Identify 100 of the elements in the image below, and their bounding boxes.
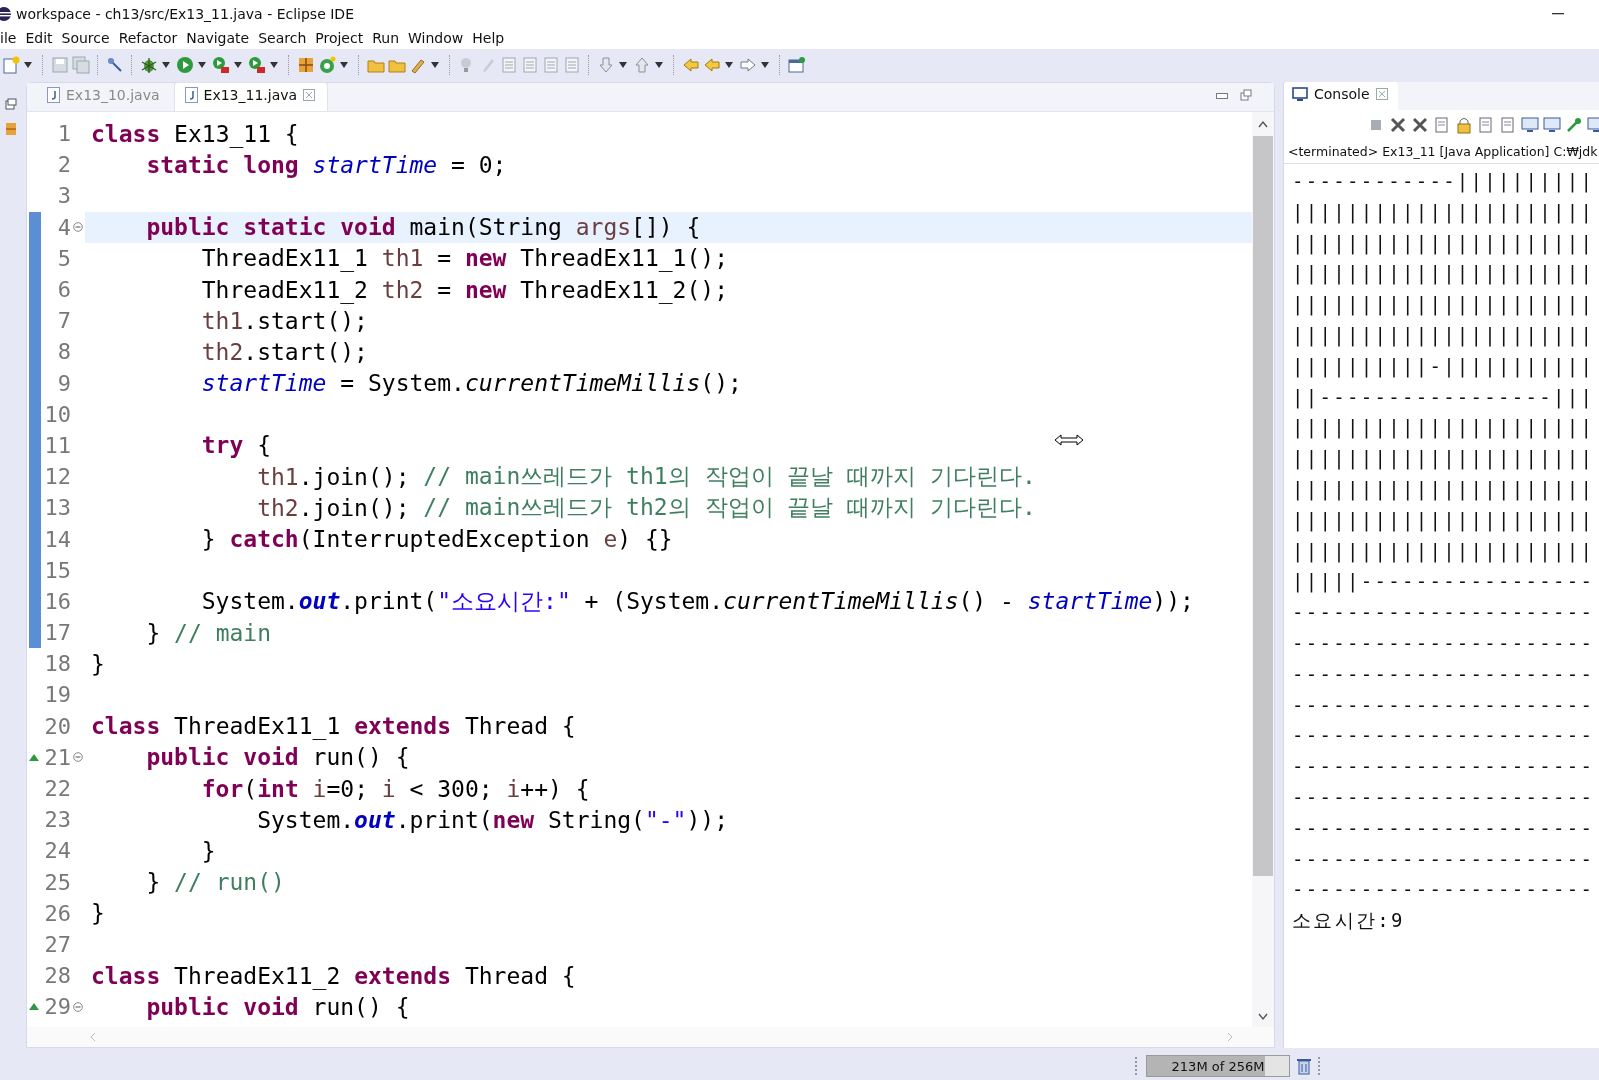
console-output-line: 소요시간:9: [1292, 908, 1406, 934]
console-output-line: ----------------------: [1292, 723, 1596, 749]
menu-item[interactable]: ile: [0, 30, 22, 46]
save-all-icon[interactable]: [72, 55, 90, 74]
close-icon[interactable]: [1375, 88, 1388, 100]
fold-icon[interactable]: [73, 752, 83, 763]
scroll-up-icon[interactable]: [1258, 120, 1268, 128]
fold-icon[interactable]: [73, 1001, 83, 1012]
line-number: 20: [43, 713, 71, 739]
monitor-icon[interactable]: [1543, 116, 1561, 134]
line-number: 14: [43, 526, 71, 552]
editor-tab[interactable]: Ex13_11.java: [173, 82, 329, 111]
caret-icon[interactable]: [198, 61, 206, 68]
pin-icon[interactable]: [106, 55, 124, 74]
scroll-right-icon[interactable]: [1226, 1032, 1234, 1042]
caret-icon[interactable]: [162, 61, 170, 68]
remove-icon[interactable]: [1411, 116, 1429, 134]
code-line: th2.join(); // main쓰레드가 th2의 작업이 끝날 때까지 기다린다.: [256, 493, 1036, 523]
menu-item[interactable]: Edit: [21, 30, 58, 46]
window-title: workspace - ch13/src/Ex13_11.java - Eclipse IDE: [16, 5, 354, 22]
caret-icon[interactable]: [619, 61, 627, 68]
console-output-line: ||||||||||||||||||||||: [1292, 261, 1596, 287]
caret-icon[interactable]: [431, 61, 439, 68]
line-number: 18: [43, 651, 71, 677]
launch-icon[interactable]: [248, 55, 266, 74]
code-line: System.out.print(new String("-"));: [256, 806, 728, 833]
save-icon[interactable]: [51, 55, 69, 74]
caret-icon[interactable]: [340, 61, 348, 68]
maximize-icon[interactable]: [1240, 89, 1252, 101]
caret-icon[interactable]: [24, 61, 32, 68]
back-icon[interactable]: [682, 55, 700, 74]
line-number: 3: [56, 183, 71, 209]
menu-item[interactable]: Navigate: [182, 30, 255, 46]
menu-item[interactable]: Source: [57, 30, 115, 46]
bug-icon[interactable]: [140, 55, 158, 74]
line-number: 29: [43, 994, 71, 1020]
heap-usage-label: 213M of 256M: [1171, 1058, 1265, 1074]
caret-icon[interactable]: [655, 61, 663, 68]
console-header: <terminated> Ex13_11 [Java Application] C:₩jdk: [1284, 142, 1599, 164]
package-icon[interactable]: [297, 55, 315, 74]
trash-icon[interactable]: [1296, 1057, 1312, 1075]
line-number: 2: [56, 152, 71, 178]
code-line: } catch(InterruptedException e) {}: [200, 526, 673, 553]
caret-icon[interactable]: [270, 61, 278, 68]
console-tab[interactable]: Console: [1284, 82, 1398, 110]
console-output-line: |||||-----------------: [1292, 569, 1596, 595]
line-number: 16: [43, 588, 71, 614]
scroll-down-icon[interactable]: [1258, 1013, 1268, 1021]
scroll-left-icon[interactable]: [89, 1032, 97, 1042]
remove-icon[interactable]: [1389, 116, 1407, 134]
package-explorer-icon[interactable]: [5, 122, 17, 136]
console-output-line: ----------------------: [1292, 846, 1596, 872]
code-line: class Ex13_11 {: [91, 120, 299, 147]
code-line: class ThreadEx11_2 extends Thread {: [91, 962, 576, 989]
code-line: }: [200, 837, 216, 864]
menu-item[interactable]: Help: [468, 30, 510, 46]
code-line: static long startTime = 0;: [145, 151, 507, 178]
pin-icon[interactable]: [1565, 116, 1583, 134]
console-output-line: ||||||||||||||||||||||: [1292, 446, 1596, 472]
line-number: 13: [43, 495, 71, 521]
line-number: 17: [43, 620, 71, 646]
menu-item[interactable]: Run: [368, 30, 405, 46]
scroll-thumb[interactable]: [1253, 136, 1273, 876]
menu-item[interactable]: Project: [311, 30, 369, 46]
vertical-scrollbar[interactable]: [1252, 112, 1274, 1027]
monitor-icon[interactable]: [1521, 116, 1539, 134]
code-line: public static void main(String args[]) {: [145, 214, 701, 241]
console-output-line: ||||||||||||||||||||||: [1292, 199, 1596, 226]
restore-icon[interactable]: [5, 98, 17, 110]
perspective-icon[interactable]: [788, 55, 806, 74]
lock-icon[interactable]: [1455, 116, 1473, 134]
menu-item[interactable]: Refactor: [114, 30, 183, 46]
run-icon[interactable]: [176, 55, 194, 74]
menu-item[interactable]: Window: [404, 30, 469, 46]
code-line: } // run(): [145, 869, 285, 896]
code-line: }: [91, 650, 105, 677]
line-number: 25: [43, 869, 71, 895]
line-number: 27: [43, 931, 71, 957]
console-output-line: ----------------------: [1292, 754, 1596, 780]
close-icon[interactable]: [303, 89, 316, 101]
line-number: 28: [43, 963, 71, 989]
line-number: 11: [43, 432, 71, 458]
java-file-icon: [47, 87, 60, 103]
launch-icon[interactable]: [212, 55, 230, 74]
code-line: startTime = System.currentTimeMillis();: [200, 370, 742, 397]
console-output-line: ||||||||||||||||||||||: [1292, 230, 1596, 257]
document-icon[interactable]: [1477, 116, 1495, 134]
horizontal-scrollbar[interactable]: [27, 1027, 1274, 1047]
code-line: ThreadEx11_1 th1 = new ThreadEx11_1();: [200, 245, 728, 272]
console-output-line: ----------------------: [1292, 784, 1596, 810]
console-output-line: ||||||||||||||||||||||: [1292, 538, 1596, 565]
console-output-line: ----------------------: [1292, 877, 1596, 903]
code-line: try {: [200, 432, 272, 459]
fold-icon[interactable]: [73, 222, 83, 233]
caret-icon[interactable]: [234, 61, 242, 68]
menu-item[interactable]: Search: [254, 30, 312, 46]
heap-status[interactable]: 213M of 256M: [1146, 1055, 1290, 1077]
caret-icon[interactable]: [761, 61, 769, 68]
line-number: 15: [43, 557, 71, 583]
caret-icon[interactable]: [725, 61, 733, 68]
